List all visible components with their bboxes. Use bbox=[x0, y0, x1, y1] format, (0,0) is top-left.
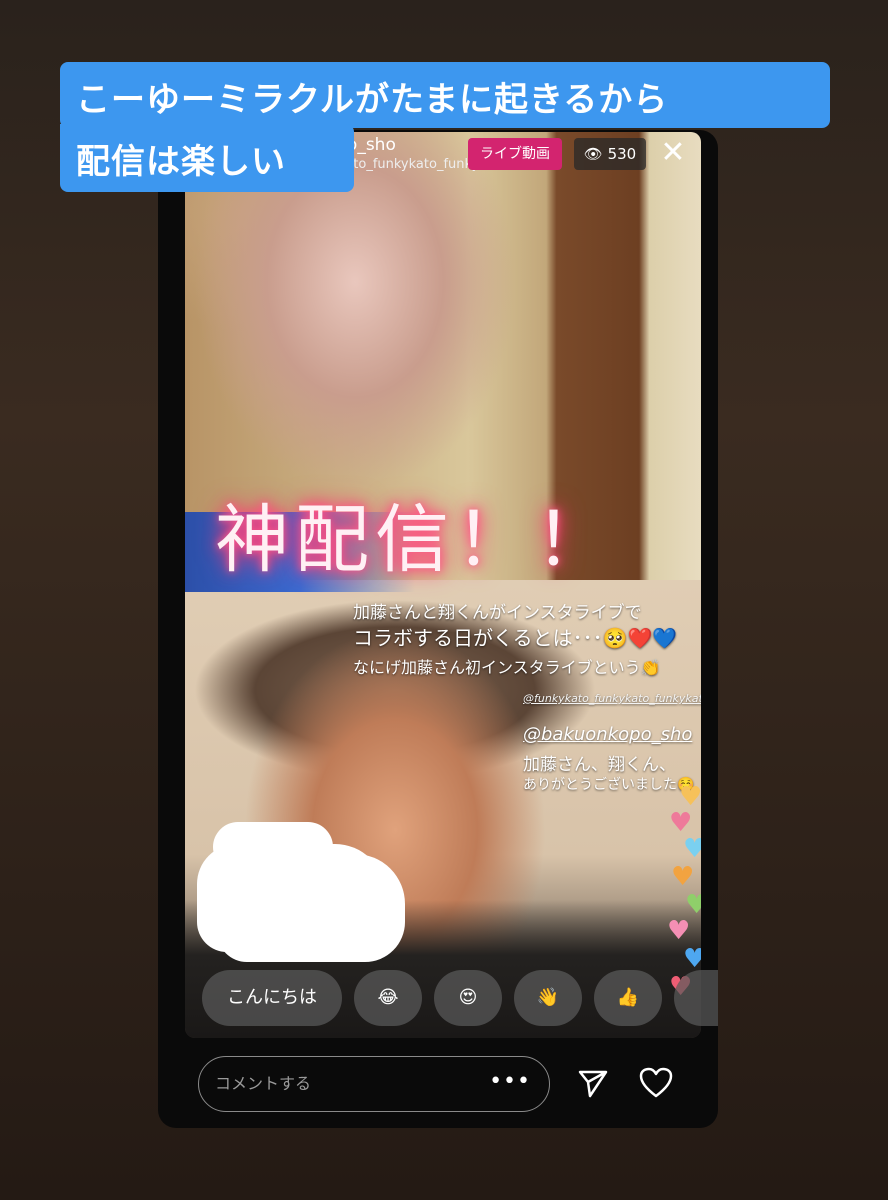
heart-icon: ♥ bbox=[683, 834, 701, 864]
quick-reply-thumbs-up[interactable]: 👍 bbox=[594, 970, 662, 1026]
neon-sticker-text: 神配信！！ bbox=[215, 497, 615, 583]
viewer-count: 👁 530 bbox=[574, 138, 646, 170]
send-icon[interactable] bbox=[576, 1066, 610, 1100]
more-options-icon[interactable]: ••• bbox=[489, 1057, 531, 1107]
quick-reply-heart-eyes[interactable]: 😍 bbox=[434, 970, 502, 1026]
comment-input[interactable]: コメントする ••• bbox=[198, 1056, 550, 1112]
story-text-1: 加藤さんと翔くんがインスタライブで bbox=[353, 603, 642, 623]
thanks-text-1: 加藤さん、翔くん、 bbox=[523, 755, 676, 775]
caption-line-2: 配信は楽しい bbox=[60, 124, 354, 192]
story-text-3: なにげ加藤さん初インスタライブという👏 bbox=[353, 658, 661, 677]
viewer-count-value: 530 bbox=[607, 145, 637, 163]
quick-reply-more[interactable] bbox=[674, 970, 718, 1026]
mention-small[interactable]: @funkykato_funkykato_funkykato bbox=[523, 692, 701, 705]
like-heart-icon[interactable] bbox=[638, 1066, 674, 1100]
live-badge: ライブ動画 bbox=[468, 138, 562, 170]
phone-screen: 神配信！！ 加藤さんと翔くんがインスタライブで コラボする日がくるとは･･･🥺❤… bbox=[158, 130, 718, 1128]
heart-icon: ♥ bbox=[667, 916, 691, 946]
story-text-2: コラボする日がくるとは･･･🥺❤️💙 bbox=[353, 626, 678, 650]
caption-line-1: こーゆーミラクルがたまに起きるから bbox=[60, 62, 830, 128]
heart-icon: ♥ bbox=[671, 862, 695, 892]
quick-reply-chip[interactable]: こんにちは bbox=[202, 970, 342, 1026]
quick-reply-laugh[interactable]: 😂 bbox=[354, 970, 422, 1026]
live-video: 神配信！！ 加藤さんと翔くんがインスタライブで コラボする日がくるとは･･･🥺❤… bbox=[185, 132, 701, 1038]
eye-icon: 👁 bbox=[583, 145, 603, 163]
close-icon[interactable]: ✕ bbox=[658, 138, 688, 168]
mention-link[interactable]: @bakuonkopo_sho bbox=[523, 724, 692, 745]
redaction-blob-main bbox=[197, 844, 385, 952]
quick-replies: こんにちは 😂 😍 👋 👍 bbox=[202, 970, 718, 1026]
quick-reply-wave[interactable]: 👋 bbox=[514, 970, 582, 1026]
comment-placeholder: コメントする bbox=[215, 1074, 312, 1093]
